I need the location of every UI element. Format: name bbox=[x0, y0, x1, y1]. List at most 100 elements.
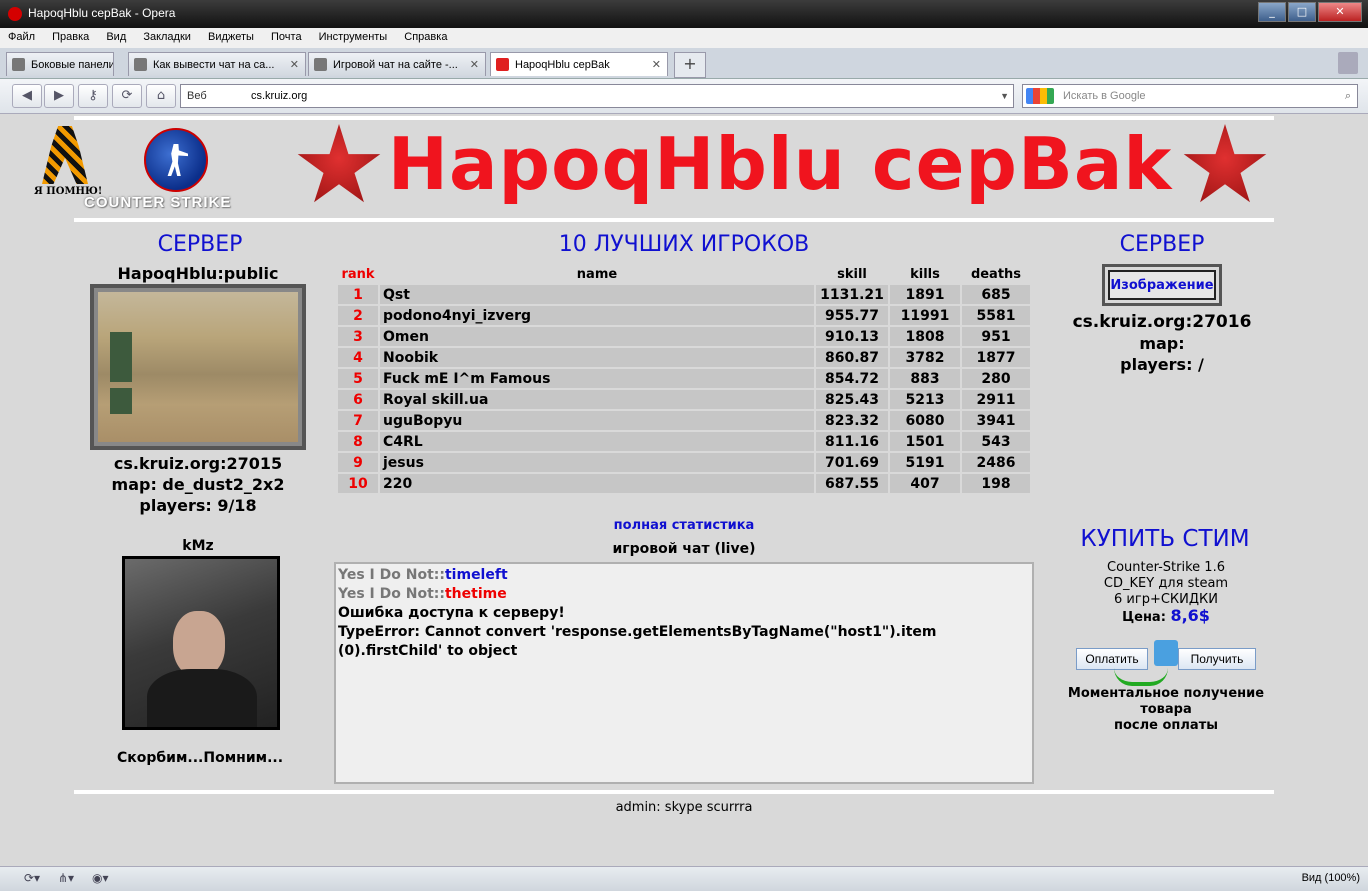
row-player-name: Omen bbox=[380, 327, 814, 346]
address-bar[interactable]: Веб cs.kruiz.org ▼ bbox=[180, 84, 1014, 108]
close-button[interactable]: ✕ bbox=[1318, 2, 1362, 22]
col-skill: skill bbox=[837, 267, 867, 282]
col-name: name bbox=[576, 267, 618, 282]
key-icon[interactable]: ⚷ bbox=[78, 84, 108, 108]
opera-icon bbox=[8, 7, 22, 21]
row-deaths: 2486 bbox=[962, 453, 1030, 472]
row-deaths: 2911 bbox=[962, 390, 1030, 409]
shopping-cart-icon bbox=[1154, 640, 1178, 666]
pay-button[interactable]: Оплатить bbox=[1076, 648, 1148, 670]
menu-widgets[interactable]: Виджеты bbox=[200, 28, 260, 43]
navigation-bar: ◀ ▶ ⚷ ⟳ ⌂ Веб cs.kruiz.org ▼ Искать в Go… bbox=[0, 79, 1368, 114]
row-skill: 955.77 bbox=[816, 306, 888, 325]
red-star-icon bbox=[1183, 124, 1267, 203]
tab-close-icon[interactable]: ✕ bbox=[652, 53, 661, 76]
menu-tools[interactable]: Инструменты bbox=[311, 28, 394, 43]
hammer-sickle-icon bbox=[496, 58, 509, 71]
buy-line: 6 игр+СКИДКИ bbox=[1114, 592, 1218, 607]
unite-icon[interactable]: ⋔▾ bbox=[58, 871, 88, 887]
search-icon[interactable]: ⌕ bbox=[1345, 85, 1351, 107]
row-deaths: 951 bbox=[962, 327, 1030, 346]
soldier-icon bbox=[167, 144, 188, 176]
row-skill: 825.43 bbox=[816, 390, 888, 409]
get-button[interactable]: Получить bbox=[1178, 648, 1256, 670]
buy-line: Counter-Strike 1.6 bbox=[1107, 560, 1225, 575]
menu-mail[interactable]: Почта bbox=[263, 28, 308, 43]
table-row: 1 Qst 1131.21 1891 685 bbox=[338, 285, 1030, 304]
row-skill: 811.16 bbox=[816, 432, 888, 451]
table-row: 8 C4RL 811.16 1501 543 bbox=[338, 432, 1030, 451]
row-player-name: uguBopyu bbox=[380, 411, 814, 430]
menu-file[interactable]: Файл bbox=[0, 28, 41, 43]
tab-game-chat[interactable]: Игровой чат на сайте -... ✕ bbox=[308, 52, 486, 76]
row-player-name: Qst bbox=[380, 285, 814, 304]
search-field[interactable]: Искать в Google ⌕ bbox=[1022, 84, 1358, 108]
row-kills: 11991 bbox=[890, 306, 960, 325]
chat-line: Yes I Do Not::timeleft bbox=[338, 567, 508, 583]
row-rank: 9 bbox=[338, 453, 378, 472]
green-arrow-icon bbox=[1114, 668, 1168, 686]
maximize-button[interactable]: □ bbox=[1288, 2, 1316, 22]
reload-button[interactable]: ⟳ bbox=[112, 84, 142, 108]
row-player-name: podono4nyi_izverg bbox=[380, 306, 814, 325]
row-deaths: 198 bbox=[962, 474, 1030, 493]
right-server-map: map: bbox=[1139, 334, 1185, 353]
zoom-level[interactable]: Вид (100%) bbox=[1302, 872, 1360, 884]
menu-bar: Файл Правка Вид Закладки Виджеты Почта И… bbox=[0, 28, 1368, 48]
price: Цена: 8,6$ bbox=[1122, 606, 1210, 626]
row-skill: 687.55 bbox=[816, 474, 888, 493]
google-icon[interactable] bbox=[1026, 88, 1054, 104]
row-rank: 5 bbox=[338, 369, 378, 388]
tab-side-panels[interactable]: Боковые панели bbox=[6, 52, 114, 76]
row-rank: 2 bbox=[338, 306, 378, 325]
row-player-name: 220 bbox=[380, 474, 814, 493]
row-kills: 1891 bbox=[890, 285, 960, 304]
row-rank: 4 bbox=[338, 348, 378, 367]
forward-button[interactable]: ▶ bbox=[44, 84, 74, 108]
row-rank: 6 bbox=[338, 390, 378, 409]
chevron-down-icon[interactable]: ▼ bbox=[1000, 85, 1009, 107]
game-chat-box[interactable]: Yes I Do Not::timeleft Yes I Do Not::the… bbox=[334, 562, 1034, 784]
trash-icon[interactable] bbox=[1338, 52, 1358, 74]
new-tab-button[interactable]: + bbox=[674, 52, 706, 78]
row-skill: 701.69 bbox=[816, 453, 888, 472]
table-row: 9 jesus 701.69 5191 2486 bbox=[338, 453, 1030, 472]
sync-icon[interactable]: ⟳▾ bbox=[24, 871, 54, 887]
row-deaths: 5581 bbox=[962, 306, 1030, 325]
cs-logo-text: COUNTER STRIKE bbox=[84, 194, 232, 211]
chat-error: Ошибка доступа к серверу! bbox=[338, 605, 565, 621]
right-server-title: СЕРВЕР bbox=[1119, 232, 1205, 257]
delivery-note: Моментальное получение товара после опла… bbox=[1067, 686, 1265, 733]
row-kills: 3782 bbox=[890, 348, 960, 367]
address-url[interactable]: cs.kruiz.org bbox=[251, 85, 307, 107]
tab-close-icon[interactable]: ✕ bbox=[470, 53, 479, 76]
menu-bookmarks[interactable]: Закладки bbox=[135, 28, 197, 43]
table-row: 6 Royal skill.ua 825.43 5213 2911 bbox=[338, 390, 1030, 409]
table-row: 10 220 687.55 407 198 bbox=[338, 474, 1030, 493]
full-stats-link[interactable]: полная статистика bbox=[336, 518, 1032, 533]
home-button[interactable]: ⌂ bbox=[146, 84, 176, 108]
row-deaths: 543 bbox=[962, 432, 1030, 451]
page-content: Я ПОМНЮ! COUNTER STRIKE HapoqHblu cepBak… bbox=[0, 114, 1368, 866]
row-skill: 910.13 bbox=[816, 327, 888, 346]
tab-close-icon[interactable]: ✕ bbox=[290, 53, 299, 76]
window-title: HapoqHblu cepBak - Opera bbox=[28, 6, 176, 20]
back-button[interactable]: ◀ bbox=[12, 84, 42, 108]
menu-edit[interactable]: Правка bbox=[44, 28, 95, 43]
left-server-map: map: de_dust2_2x2 bbox=[111, 475, 285, 494]
menu-help[interactable]: Справка bbox=[396, 28, 453, 43]
row-kills: 6080 bbox=[890, 411, 960, 430]
server-image-placeholder: Изображение bbox=[1102, 264, 1222, 306]
row-rank: 10 bbox=[338, 474, 378, 493]
tab-chat-howto[interactable]: Как вывести чат на са... ✕ bbox=[128, 52, 306, 76]
window-titlebar: HapoqHblu cepBak - Opera _ □ ✕ bbox=[0, 0, 1368, 28]
row-deaths: 3941 bbox=[962, 411, 1030, 430]
menu-view[interactable]: Вид bbox=[98, 28, 132, 43]
memorial-text: Скорбим...Помним... bbox=[116, 750, 284, 766]
row-player-name: Fuck mE I^m Famous bbox=[380, 369, 814, 388]
turbo-icon[interactable]: ◉▾ bbox=[92, 871, 122, 887]
minimize-button[interactable]: _ bbox=[1258, 2, 1286, 22]
row-kills: 5191 bbox=[890, 453, 960, 472]
table-row: 4 Noobik 860.87 3782 1877 bbox=[338, 348, 1030, 367]
tab-current-site[interactable]: HapoqHblu cepBak ✕ bbox=[490, 52, 668, 76]
